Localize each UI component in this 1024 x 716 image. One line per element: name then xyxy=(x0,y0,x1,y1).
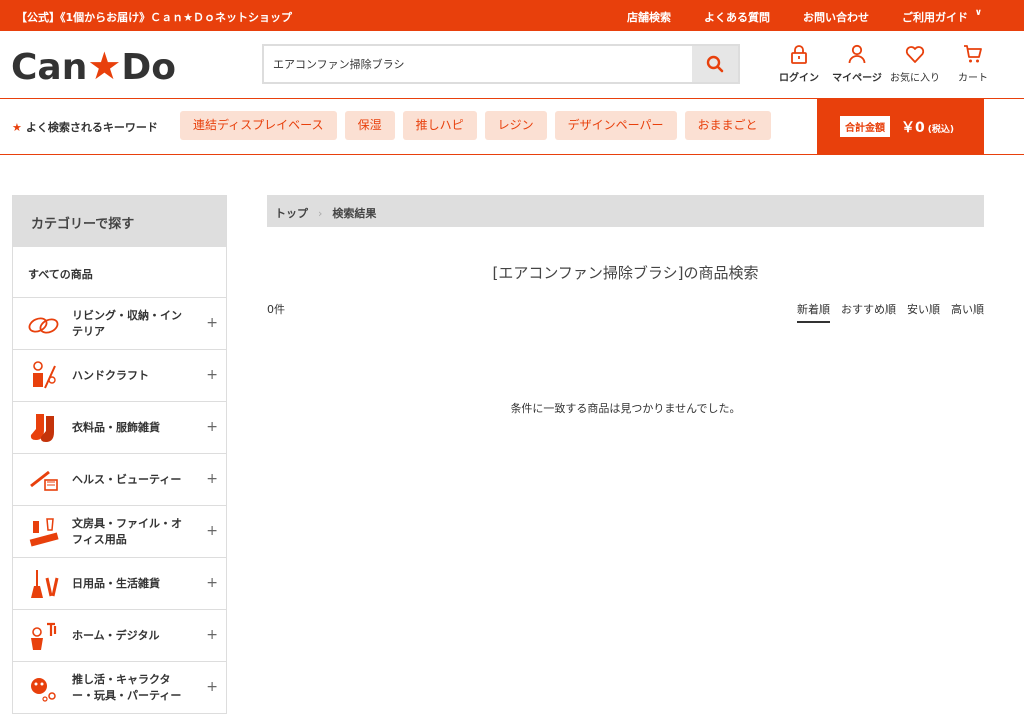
plus-icon[interactable]: + xyxy=(206,315,218,331)
keyword-label-text: よく検索されるキーワード xyxy=(25,121,158,134)
keyword-chip[interactable]: 推しハピ xyxy=(402,111,477,140)
star-icon: ★ xyxy=(12,121,22,134)
cart-icon xyxy=(964,45,982,63)
category-item-living[interactable]: リビング・収納・インテリア + xyxy=(13,298,226,350)
tax-label: (税込) xyxy=(927,125,954,135)
lock-icon xyxy=(791,45,807,64)
category-label: ヘルス・ビューティー xyxy=(72,473,182,486)
all-products-link[interactable]: すべての商品 xyxy=(13,247,226,298)
category-item-stationery[interactable]: 文房具・ファイル・オフィス用品 + xyxy=(13,506,226,558)
category-item-beauty[interactable]: ヘルス・ビューティー + xyxy=(13,454,226,506)
keyword-chip[interactable]: レジン xyxy=(484,111,547,140)
top-links: 店舗検索 よくある質問 お問い合わせ ご利用ガイド xyxy=(594,9,984,25)
plus-icon[interactable]: + xyxy=(206,627,218,643)
slippers-icon xyxy=(28,317,59,334)
plus-icon[interactable]: + xyxy=(206,575,218,591)
top-bar: 【公式】《1個からお届け》Ｃａｎ★Ｄｏネットショップ 店舗検索 よくある質問 お… xyxy=(0,0,1024,31)
keyword-label: ★ よく検索されるキーワード xyxy=(12,119,158,135)
plus-icon[interactable]: + xyxy=(206,419,218,435)
no-results-message: 条件に一致する商品は見つかりませんでした。 xyxy=(510,402,741,415)
category-heading: カテゴリーで探す xyxy=(13,196,226,247)
sort-options: 新着順 おすすめ順 安い順 高い順 xyxy=(786,301,984,323)
socks-icon xyxy=(30,414,54,442)
category-label: 推し活・キャラクター・玩具・パーティー xyxy=(72,673,182,702)
logo-text-left: Can xyxy=(11,47,88,88)
category-label: 日用品・生活雑貨 xyxy=(72,577,160,590)
header: Can★Do ログイン マイページ xyxy=(0,31,1024,99)
category-item-party[interactable]: 推し活・キャラクター・玩具・パーティー + xyxy=(13,662,226,714)
mypage-button[interactable]: マイページ xyxy=(828,44,886,84)
plus-icon[interactable]: + xyxy=(206,679,218,695)
category-item-home[interactable]: ホーム・デジタル + xyxy=(13,610,226,662)
login-label: ログイン xyxy=(779,73,819,84)
cart-button[interactable]: カート xyxy=(944,44,1002,84)
keyword-chip[interactable]: 保湿 xyxy=(344,111,395,140)
broom-icon xyxy=(31,570,59,598)
faq-link[interactable]: よくある質問 xyxy=(704,9,770,25)
craft-icon xyxy=(33,361,56,389)
category-label: ハンドクラフト xyxy=(72,369,149,382)
total-amount-value: ￥0 xyxy=(901,120,925,136)
stationery-icon xyxy=(29,518,59,547)
logo[interactable]: Can★Do xyxy=(11,44,176,88)
cart-total[interactable]: 合計金額 ￥0 (税込) xyxy=(817,99,984,154)
login-button[interactable]: ログイン xyxy=(770,44,828,84)
result-count: 0件 xyxy=(267,303,285,316)
keyword-chip[interactable]: 連結ディスプレイベース xyxy=(180,111,337,140)
sort-recommended[interactable]: おすすめ順 xyxy=(841,301,896,323)
mypage-label: マイページ xyxy=(832,73,882,84)
category-label: ホーム・デジタル xyxy=(72,629,160,642)
search-button[interactable] xyxy=(692,46,738,82)
search-box xyxy=(262,44,740,84)
guide-link[interactable]: ご利用ガイド xyxy=(902,9,968,25)
category-item-craft[interactable]: ハンドクラフト + xyxy=(13,350,226,402)
keyword-chips: 連結ディスプレイベース 保湿 推しハピ レジン デザインペーパー おままごと xyxy=(180,111,779,140)
breadcrumb-current: 検索結果 xyxy=(332,207,377,220)
category-item-daily[interactable]: 日用品・生活雑貨 + xyxy=(13,558,226,610)
breadcrumb: トップ › 検索結果 xyxy=(267,195,984,227)
category-label: リビング・収納・インテリア xyxy=(72,309,182,338)
favorites-button[interactable]: お気に入り xyxy=(886,44,944,84)
party-icon xyxy=(31,678,56,702)
logo-text-right: Do xyxy=(121,47,177,88)
favorites-label: お気に入り xyxy=(890,73,940,84)
cart-label: カート xyxy=(958,73,988,84)
keyword-chip[interactable]: おままごと xyxy=(684,111,771,140)
search-input[interactable] xyxy=(264,46,692,82)
contact-link[interactable]: お問い合わせ xyxy=(803,9,869,25)
category-sidebar: カテゴリーで探す すべての商品 リビング・収納・インテリア + ハンドクラフト … xyxy=(12,195,227,714)
plus-icon[interactable]: + xyxy=(206,471,218,487)
breadcrumb-separator: › xyxy=(318,207,323,220)
breadcrumb-home[interactable]: トップ xyxy=(275,207,308,220)
header-icons: ログイン マイページ お気に入り カート xyxy=(770,44,1002,84)
tools-icon xyxy=(31,622,57,650)
total-amount: ￥0 (税込) xyxy=(901,117,954,137)
page-title: [エアコンファン掃除ブラシ]の商品検索 xyxy=(492,264,759,282)
chevron-down-icon[interactable]: ∨ xyxy=(975,8,982,18)
category-label: 文房具・ファイル・オフィス用品 xyxy=(72,517,182,546)
comb-icon xyxy=(30,470,58,491)
logo-star-icon: ★ xyxy=(87,44,122,88)
search-icon xyxy=(706,55,724,73)
sort-expensive[interactable]: 高い順 xyxy=(951,301,984,323)
sort-newest[interactable]: 新着順 xyxy=(797,301,830,323)
sort-cheapest[interactable]: 安い順 xyxy=(907,301,940,323)
user-icon xyxy=(848,44,866,64)
plus-icon[interactable]: + xyxy=(206,523,218,539)
plus-icon[interactable]: + xyxy=(206,367,218,383)
keyword-bar: ★ よく検索されるキーワード 連結ディスプレイベース 保湿 推しハピ レジン デザ… xyxy=(0,99,1024,155)
heart-icon xyxy=(905,46,925,63)
total-label: 合計金額 xyxy=(840,116,890,137)
keyword-chip[interactable]: デザインペーパー xyxy=(554,111,677,140)
category-label: 衣料品・服飾雑貨 xyxy=(72,421,160,434)
store-search-link[interactable]: 店舗検索 xyxy=(627,9,671,25)
category-item-clothing[interactable]: 衣料品・服飾雑貨 + xyxy=(13,402,226,454)
shop-notice: 【公式】《1個からお届け》Ｃａｎ★Ｄｏネットショップ xyxy=(16,11,293,24)
